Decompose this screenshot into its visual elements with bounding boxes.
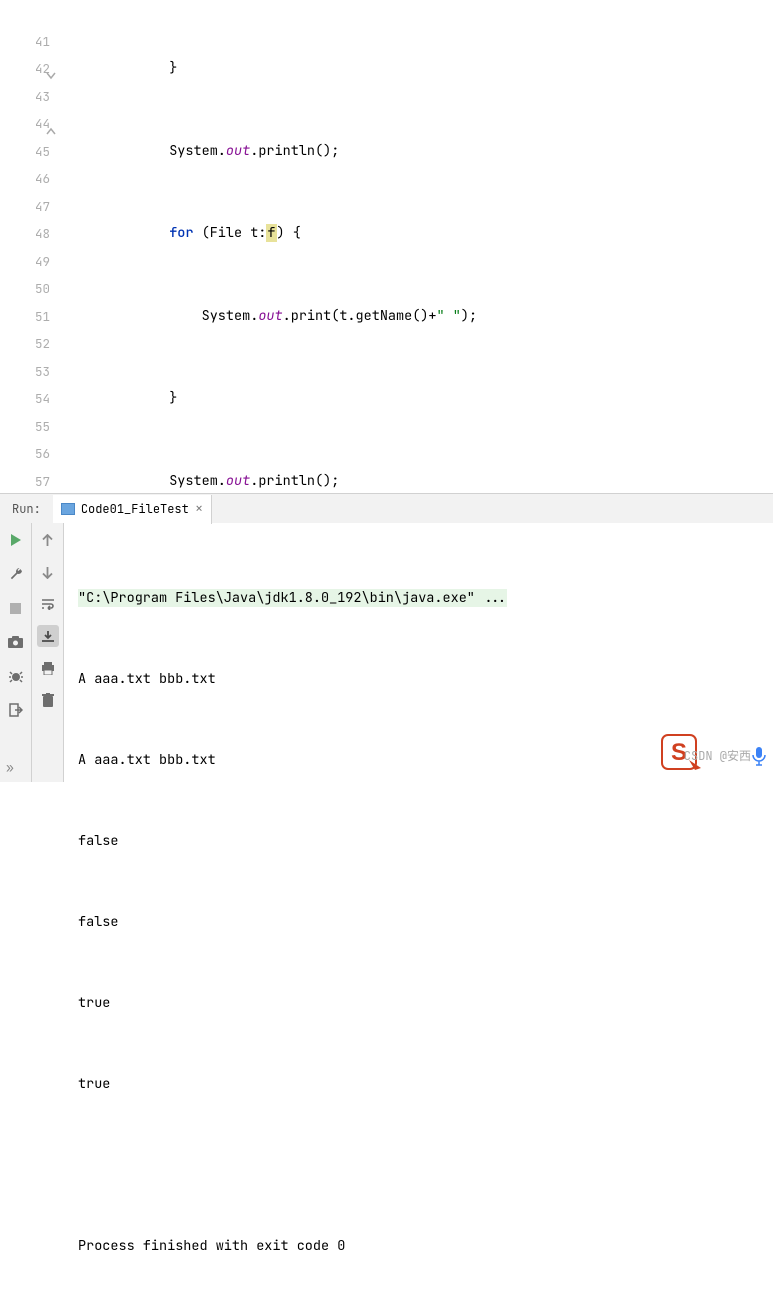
- watermark: CSDN @安西: [684, 747, 751, 764]
- code-editor[interactable]: 41 42 43 44 45 46 47 48 49 50 51 52 53 5…: [0, 0, 773, 493]
- trash-icon[interactable]: [37, 689, 59, 711]
- stop-button[interactable]: [5, 597, 27, 619]
- console-tool-column: [32, 523, 64, 782]
- fold-icon[interactable]: [46, 118, 56, 128]
- close-icon[interactable]: ×: [195, 500, 203, 518]
- exit-icon[interactable]: [5, 699, 27, 721]
- output-line: A aaa.txt bbb.txt: [78, 666, 759, 693]
- soft-wrap-icon[interactable]: [37, 593, 59, 615]
- rerun-button[interactable]: [5, 529, 27, 551]
- output-line: A aaa.txt bbb.txt: [78, 747, 759, 774]
- output-line: false: [78, 909, 759, 936]
- line-gutter: 41 42 43 44 45 46 47 48 49 50 51 52 53 5…: [0, 0, 68, 493]
- run-tool-column: [0, 523, 32, 782]
- exit-message: Process finished with exit code 0: [78, 1233, 759, 1260]
- output-line: true: [78, 1071, 759, 1098]
- print-icon[interactable]: [37, 657, 59, 679]
- run-label: Run:: [0, 501, 53, 517]
- output-line: true: [78, 990, 759, 1017]
- console-panel: "C:\Program Files\Java\jdk1.8.0_192\bin\…: [0, 523, 773, 782]
- collapse-icon[interactable]: »: [6, 759, 14, 776]
- run-tab-title: Code01_FileTest: [81, 501, 189, 517]
- bug-icon[interactable]: [5, 665, 27, 687]
- run-tab[interactable]: Code01_FileTest ×: [53, 495, 212, 524]
- command-line: "C:\Program Files\Java\jdk1.8.0_192\bin\…: [78, 589, 507, 607]
- down-arrow-icon[interactable]: [37, 561, 59, 583]
- up-arrow-icon[interactable]: [37, 529, 59, 551]
- run-toolbar: Run: Code01_FileTest ×: [0, 493, 773, 523]
- code-content[interactable]: } System.out.println(); for (File t:f) {…: [68, 0, 773, 493]
- application-icon: [61, 503, 75, 515]
- fold-icon[interactable]: [46, 63, 56, 73]
- camera-icon[interactable]: [5, 631, 27, 653]
- scroll-to-end-icon[interactable]: [37, 625, 59, 647]
- output-line: false: [78, 828, 759, 855]
- wrench-icon[interactable]: [5, 563, 27, 585]
- microphone-icon[interactable]: [751, 746, 767, 770]
